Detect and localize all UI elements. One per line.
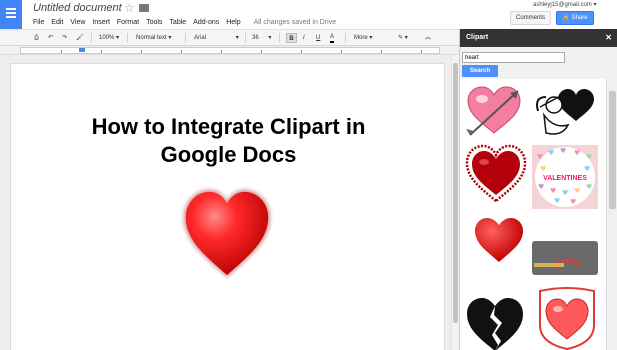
clipart-search-button[interactable]: Search [462, 65, 498, 77]
docs-logo-icon[interactable] [0, 0, 22, 29]
style-select[interactable]: Normal text ▾ [136, 33, 171, 43]
paint-format-icon[interactable]: 🖌 [76, 33, 84, 43]
svg-text:♥: ♥ [554, 197, 560, 205]
menu-view[interactable]: View [70, 17, 85, 28]
collapse-icon[interactable]: ︽ [425, 33, 431, 43]
svg-text:♥: ♥ [570, 198, 576, 206]
text-color-button[interactable]: A [330, 33, 335, 43]
svg-text:♥: ♥ [584, 165, 590, 173]
redo-icon[interactable]: ↷ [62, 33, 67, 43]
pen-icon[interactable]: ✎ ▾ [398, 33, 408, 43]
font-size-select[interactable]: 36 ▾ [252, 33, 271, 43]
svg-text:VALENTINES: VALENTINES [543, 175, 587, 182]
bold-button[interactable]: B [286, 33, 297, 43]
clipart-results: ♥ ♥ ♥ ♥ ♥ ♥ ♥ ♥ ♥ ♥ ♥ ♥ ♥ ♥ VALENTINES [460, 79, 606, 350]
svg-text:♥: ♥ [548, 149, 554, 157]
svg-text:♥: ♥ [550, 187, 556, 195]
clipart-scrollbar[interactable] [606, 79, 617, 350]
menu-insert[interactable]: Insert [92, 17, 110, 28]
print-icon[interactable]: ⎙ [34, 33, 39, 43]
svg-text:♥: ♥ [540, 165, 546, 173]
indent-marker[interactable] [79, 48, 85, 52]
menu-add-ons[interactable]: Add-ons [193, 17, 219, 28]
italic-button[interactable]: I [303, 33, 305, 43]
menu-table[interactable]: Table [169, 17, 186, 28]
menu-edit[interactable]: Edit [51, 17, 63, 28]
svg-text:♥: ♥ [537, 153, 543, 161]
document-heading[interactable]: How to Integrate Clipart in Google Docs [11, 113, 446, 169]
clipart-thumb-shield-heart[interactable] [534, 285, 600, 350]
undo-icon[interactable]: ↶ [48, 33, 53, 43]
clipart-thumb-red-heart[interactable] [472, 215, 526, 265]
header: Untitled document ☆ File Edit View Inser… [0, 0, 617, 29]
star-icon[interactable]: ☆ [124, 1, 135, 15]
share-button[interactable]: 🔒 Share [556, 11, 594, 25]
clipart-header: Clipart ✕ [460, 29, 617, 47]
close-icon[interactable]: ✕ [605, 29, 612, 47]
heart-clipart-image[interactable] [178, 184, 276, 284]
document-page[interactable]: How to Integrate Clipart in Google Docs [10, 63, 445, 350]
clipart-thumb-lace-heart[interactable] [464, 143, 528, 205]
editor-scrollbar[interactable] [451, 55, 459, 350]
font-select[interactable]: Arial ▾ [194, 33, 239, 43]
svg-text:♥: ♥ [538, 183, 544, 191]
menu-help[interactable]: Help [226, 17, 240, 28]
clipart-panel: Clipart ✕ Search [459, 29, 617, 350]
clipart-search-input[interactable] [462, 52, 565, 63]
menu-file[interactable]: File [33, 17, 44, 28]
google-docs-window: Untitled document ☆ File Edit View Inser… [0, 0, 617, 350]
editor-area: How to Integrate Clipart in Google Docs [0, 55, 459, 350]
more-button[interactable]: More ▾ [354, 33, 372, 43]
zoom-select[interactable]: 100% ▾ [99, 33, 119, 43]
ruler [0, 46, 459, 55]
svg-text:♥: ♥ [562, 189, 568, 197]
doc-title[interactable]: Untitled document [33, 2, 122, 14]
clipart-thumb-valentines[interactable]: ♥ ♥ ♥ ♥ ♥♥ ♥♥ ♥ ♥ ♥ ♥ ♥ ♥ VALENTINES [532, 145, 598, 209]
clipart-thumb-broken-heart[interactable] [464, 295, 526, 350]
clipart-thumb-cupid[interactable] [532, 83, 600, 141]
svg-text:♥: ♥ [586, 183, 592, 191]
toolbar: ⎙ ↶ ↷ 🖌 100% ▾ Normal text ▾ Arial ▾ 36 … [0, 29, 459, 46]
menu-format[interactable]: Format [117, 17, 139, 28]
menu-tools[interactable]: Tools [146, 17, 162, 28]
account-email[interactable]: ashleyj15@gmail.com ▾ [533, 1, 596, 8]
clipart-thumb-heart-arrow[interactable] [464, 83, 526, 139]
svg-text:♥: ♥ [586, 153, 592, 161]
svg-text:♥: ♥ [574, 187, 580, 195]
menu-bar: File Edit View Insert Format Tools Table… [33, 17, 336, 28]
svg-text:♥: ♥ [560, 147, 566, 155]
folder-icon[interactable] [139, 4, 149, 12]
underline-button[interactable]: U [316, 33, 320, 43]
save-status: All changes saved in Drive [253, 19, 337, 26]
comments-button[interactable]: Comments [510, 11, 551, 25]
clipart-thumb-box[interactable] [532, 241, 598, 275]
svg-text:♥: ♥ [574, 149, 580, 157]
